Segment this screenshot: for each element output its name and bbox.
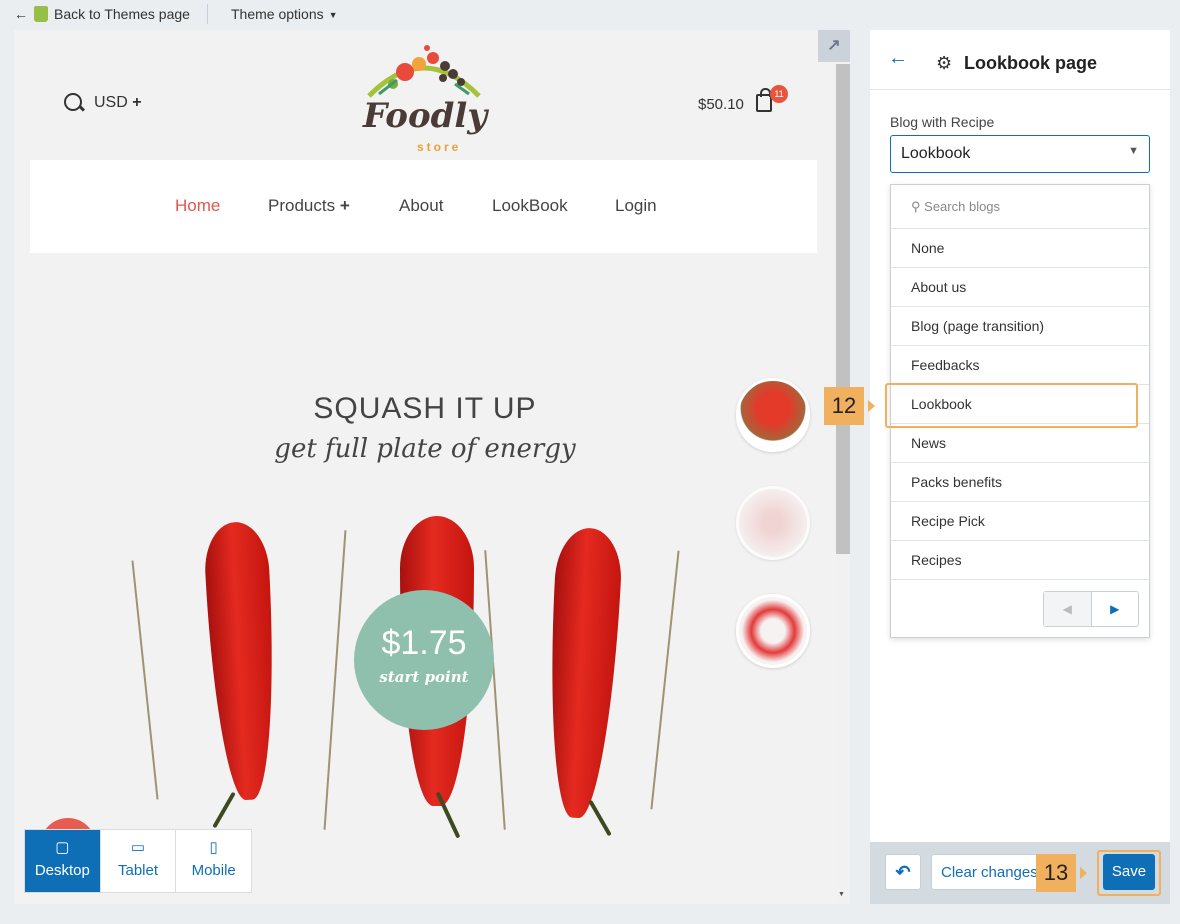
currency-label: USD [94, 94, 128, 111]
hero-title: SQUASH IT UP [313, 392, 537, 425]
chevron-down-icon: ▼ [1128, 145, 1139, 157]
plus-icon: + [132, 94, 142, 111]
dropdown-option[interactable]: Recipe Pick [891, 502, 1149, 541]
dropdown-option[interactable]: Blog (page transition) [891, 307, 1149, 346]
expand-preview-button[interactable]: ↗ [818, 30, 850, 62]
nav-item-about[interactable]: About [399, 196, 443, 216]
panel-title: Lookbook page [964, 53, 1098, 73]
preview-scrollbar[interactable]: ▼ [836, 30, 850, 904]
mobile-view-button[interactable]: ▯ Mobile [176, 830, 251, 892]
panel-header: ← ⚙ Lookbook page [870, 30, 1170, 90]
mobile-label: Mobile [191, 862, 236, 879]
plus-icon: + [339, 196, 350, 215]
pager-next-icon[interactable]: ▶ [1092, 592, 1139, 626]
settings-panel: ← ⚙ Lookbook page Blog with Recipe Lookb… [870, 30, 1170, 842]
mobile-icon: ▯ [209, 839, 218, 856]
scroll-down-arrow-icon[interactable]: ▼ [838, 891, 845, 898]
back-arrow-icon[interactable]: ← [888, 47, 908, 70]
blog-field-label: Blog with Recipe [890, 114, 995, 130]
store-header: USD + Foodly store $50.10 11 [14, 30, 836, 160]
dropdown-option[interactable]: About us [891, 268, 1149, 307]
dropdown-pager: ◀ ▶ [1043, 591, 1139, 627]
blog-select[interactable]: Lookbook ▼ [890, 135, 1150, 173]
store-logo[interactable]: Foodly store [357, 44, 491, 154]
top-bar: ← Back to Themes page Theme options ▼ [0, 0, 1180, 30]
monitor-icon: ▢ [55, 839, 70, 856]
undo-icon[interactable]: ↶ [885, 854, 921, 890]
blog-search-input[interactable]: ⚲ Search blogs [891, 185, 1149, 229]
storefront-preview: USD + Foodly store $50.10 11 Home Produc… [14, 30, 850, 904]
nav-item-products-label: Products [268, 196, 336, 215]
step-callout-13: 13 [1036, 854, 1076, 892]
logo-subtitle: store [417, 140, 462, 154]
highlight-lookbook-option [885, 383, 1138, 428]
device-view-toggle: ▢ Desktop ▭ Tablet ▯ Mobile [24, 829, 252, 893]
arrow-left-icon: ← [14, 6, 28, 22]
logo-fruit-basket-icon [367, 45, 481, 98]
slide-thumbnail-tomatoes[interactable] [736, 378, 810, 452]
price-amount: $1.75 [381, 624, 467, 662]
gear-icon: ⚙ [936, 53, 953, 73]
nav-item-lookbook[interactable]: LookBook [492, 196, 568, 216]
slide-thumbnail-peppers[interactable] [736, 486, 810, 560]
step-callout-12: 12 [824, 387, 864, 425]
cart-count-badge: 11 [770, 85, 788, 103]
theme-options-dropdown[interactable]: Theme options ▼ [231, 6, 338, 22]
tablet-icon: ▭ [130, 839, 146, 856]
highlight-save-button [1097, 850, 1161, 896]
caret-down-icon: ▼ [328, 10, 338, 21]
dropdown-option[interactable]: Recipes [891, 541, 1149, 580]
price-badge: $1.75 start point [354, 590, 494, 730]
search-icon[interactable] [64, 93, 82, 111]
dropdown-option[interactable]: Feedbacks [891, 346, 1149, 385]
divider [207, 4, 208, 24]
dropdown-option[interactable]: News [891, 424, 1149, 463]
pager-prev-icon[interactable]: ◀ [1044, 592, 1092, 626]
callout-arrow-icon [1080, 867, 1087, 879]
callout-arrow-icon [868, 400, 875, 412]
back-to-themes-link[interactable]: ← Back to Themes page [14, 6, 190, 22]
cart-total[interactable]: $50.10 [698, 96, 744, 113]
currency-selector[interactable]: USD + [94, 94, 142, 112]
desktop-view-button[interactable]: ▢ Desktop [25, 830, 101, 892]
nav-item-products[interactable]: Products + [268, 196, 350, 216]
nav-item-home[interactable]: Home [175, 196, 220, 216]
dropdown-option[interactable]: Packs benefits [891, 463, 1149, 502]
dropdown-option[interactable]: None [891, 229, 1149, 268]
price-caption: start point [379, 668, 469, 686]
scrollbar-thumb[interactable] [836, 64, 850, 554]
search-icon: ⚲ [911, 199, 921, 214]
shopify-bag-icon [34, 6, 48, 22]
back-link-label: Back to Themes page [54, 6, 190, 22]
theme-options-label: Theme options [231, 6, 324, 22]
logo-wordmark: Foodly [363, 96, 488, 136]
slide-thumbnail-apples[interactable] [736, 594, 810, 668]
hero-subtitle: get full plate of energy [274, 434, 576, 464]
main-navigation: Home Products + About LookBook Login [30, 160, 817, 253]
desktop-label: Desktop [34, 862, 90, 879]
tablet-label: Tablet [117, 862, 159, 879]
search-placeholder: Search blogs [924, 199, 1001, 214]
blog-select-value: Lookbook [901, 145, 971, 162]
nav-item-login[interactable]: Login [615, 196, 657, 216]
tablet-view-button[interactable]: ▭ Tablet [101, 830, 177, 892]
clear-changes-button[interactable]: Clear changes [931, 854, 1043, 890]
